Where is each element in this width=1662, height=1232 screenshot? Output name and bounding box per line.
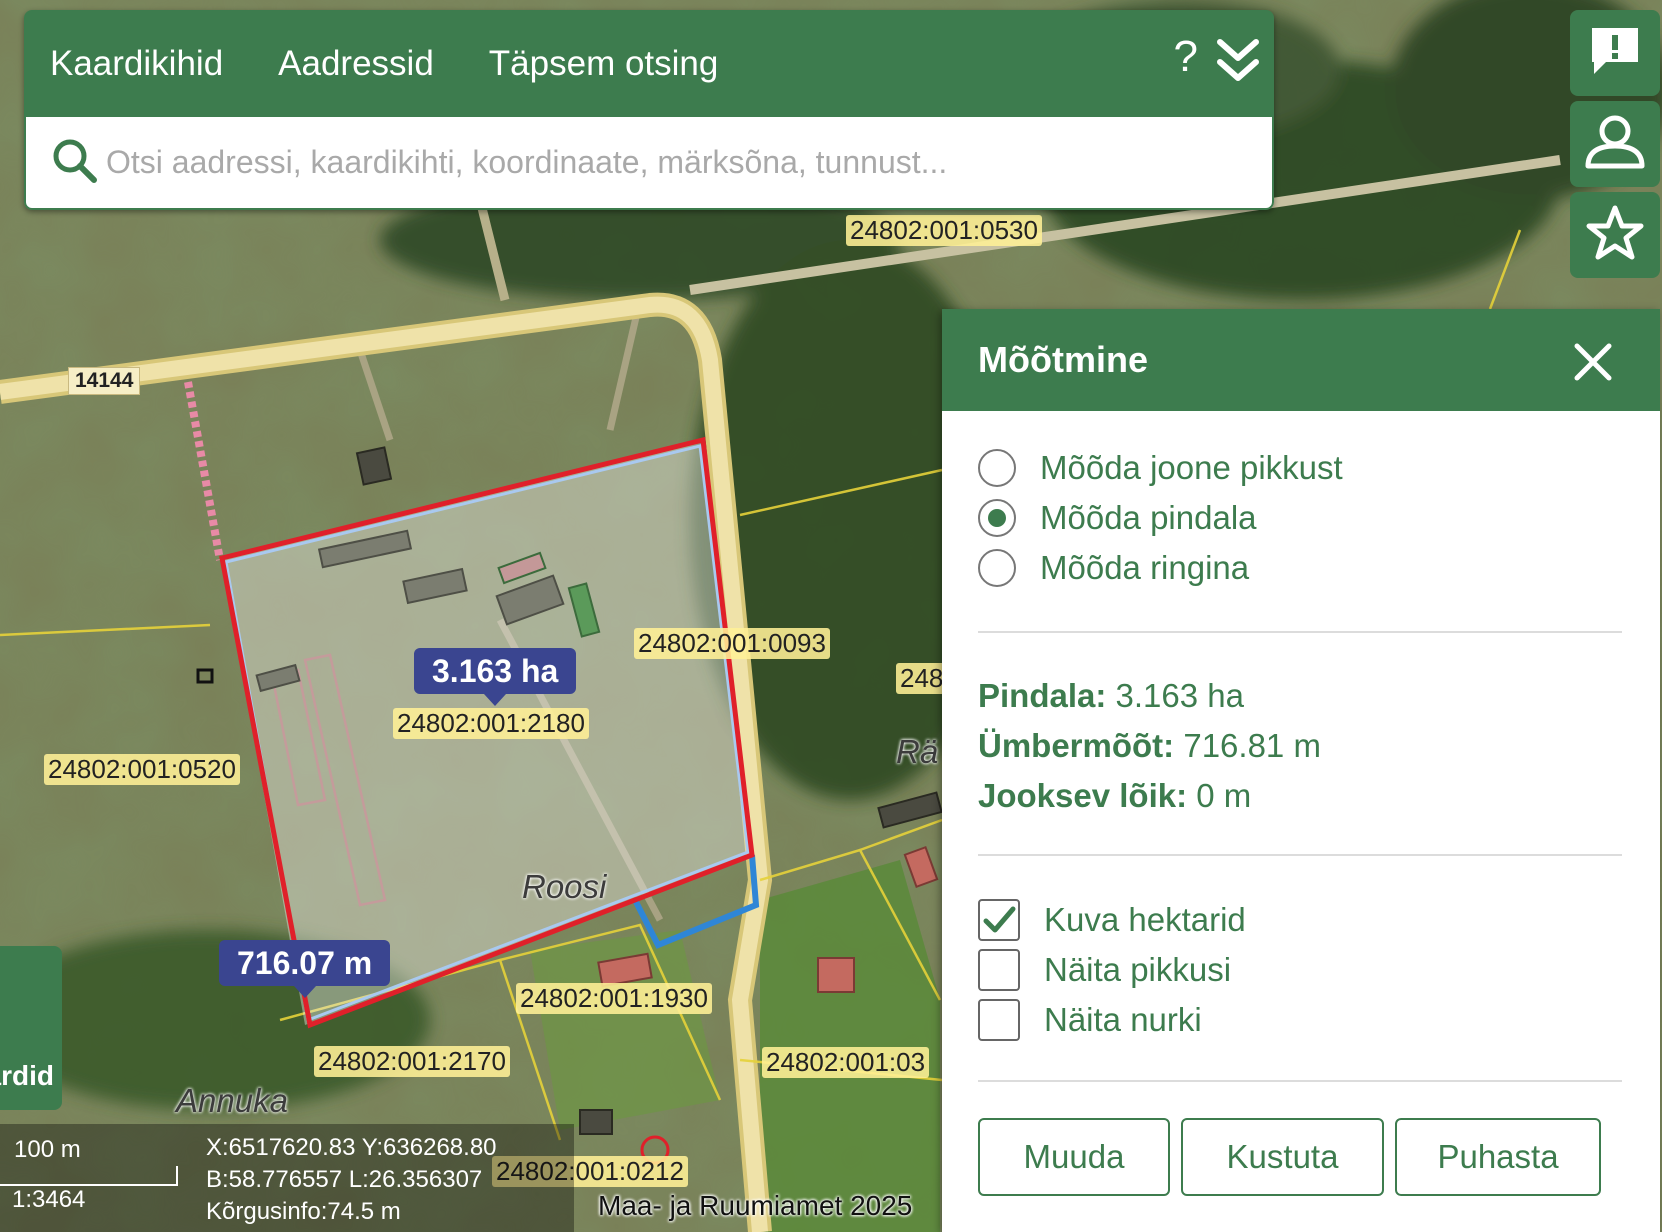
parcel-label: 24802:001:1930	[516, 983, 712, 1014]
star-icon	[1585, 204, 1645, 267]
delete-button[interactable]: Kustuta	[1181, 1118, 1384, 1196]
base-maps-label: ardid	[0, 1060, 54, 1091]
mode-label: Mõõda joone pikkust	[1040, 449, 1343, 486]
checkbox-checked[interactable]	[978, 899, 1020, 941]
coord-bl: B:58.776557 L:26.356307	[206, 1166, 483, 1193]
divider	[978, 854, 1622, 856]
mode-label: Mõõda ringina	[1040, 549, 1250, 586]
coord-xy: X:6517620.83 Y:636268.80	[206, 1134, 497, 1161]
tab-addresses[interactable]: Aadressid	[278, 44, 434, 84]
checkbox[interactable]	[978, 949, 1020, 991]
radio-button[interactable]	[978, 449, 1016, 487]
base-maps-tab[interactable]: ardid	[0, 946, 62, 1110]
panel-header: Mõõtmine	[942, 309, 1660, 411]
option-label: Näita pikkusi	[1044, 951, 1232, 988]
search-bar	[24, 117, 1274, 210]
parcel-label: 24802:001:2180	[393, 708, 589, 739]
parcel-label: 248	[896, 663, 948, 694]
mode-line-length[interactable]: Mõõda joone pikkust	[978, 449, 1343, 487]
scale-bar: 100 m 1:3464	[0, 1124, 196, 1232]
parcel-label: 24802:001:0530	[846, 215, 1042, 246]
feedback-button[interactable]	[1570, 10, 1660, 96]
area-measure-tooltip: 3.163 ha	[414, 648, 577, 706]
panel-title: Mõõtmine	[978, 339, 1148, 380]
road-number-label: 14144	[68, 367, 141, 395]
place-name-label: Rä	[896, 733, 939, 770]
coordinate-readout: X:6517620.83 Y:636268.80 B:58.776557 L:2…	[196, 1124, 574, 1232]
scale-ratio: 1:3464	[12, 1186, 86, 1213]
search-input[interactable]	[106, 144, 1206, 181]
place-name-label: Roosi	[522, 868, 607, 905]
mode-label: Mõõda pindala	[1040, 499, 1257, 536]
radio-button-selected[interactable]	[978, 499, 1016, 537]
measurement-panel: Mõõtmine Mõõda joone pikkust Mõõda pinda…	[942, 309, 1660, 1232]
radio-button[interactable]	[978, 549, 1016, 587]
option-show-lengths[interactable]: Näita pikkusi	[978, 949, 1231, 991]
elevation-info: Kõrgusinfo:74.5 m	[206, 1198, 401, 1225]
favorites-button[interactable]	[1570, 192, 1660, 278]
search-icon	[50, 136, 98, 189]
tab-advanced-search[interactable]: Täpsem otsing	[489, 44, 719, 84]
clear-button[interactable]: Puhasta	[1395, 1118, 1601, 1196]
option-show-angles[interactable]: Näita nurki	[978, 999, 1202, 1041]
user-icon	[1584, 114, 1646, 175]
feedback-icon	[1588, 24, 1642, 83]
option-label: Näita nurki	[1044, 1001, 1202, 1038]
user-button[interactable]	[1570, 101, 1660, 187]
result-segment: Jooksev lõik: 0 m	[978, 777, 1252, 814]
mode-circle[interactable]: Mõõda ringina	[978, 549, 1249, 587]
top-tabs: Kaardikihid Aadressid Täpsem otsing ?	[24, 10, 1274, 117]
scale-distance: 100 m	[14, 1136, 81, 1163]
search-panel: Kaardikihid Aadressid Täpsem otsing ?	[24, 10, 1274, 210]
checkbox[interactable]	[978, 999, 1020, 1041]
tab-map-layers[interactable]: Kaardikihid	[50, 44, 223, 84]
parcel-label: 24802:001:03	[762, 1047, 930, 1078]
result-perimeter: Ümbermõõt: 716.81 m	[978, 727, 1321, 764]
parcel-label: 24802:001:0093	[634, 628, 830, 659]
divider	[978, 1080, 1622, 1082]
place-name-label: Annuka	[176, 1082, 288, 1119]
divider	[978, 631, 1622, 633]
close-icon[interactable]	[1574, 343, 1612, 386]
check-icon	[983, 906, 1016, 933]
mode-area[interactable]: Mõõda pindala	[978, 499, 1257, 537]
parcel-label: 24802:001:2170	[314, 1046, 510, 1077]
scale-line	[0, 1166, 178, 1186]
parcel-label: 24802:001:0520	[44, 754, 240, 785]
result-area: Pindala: 3.163 ha	[978, 677, 1244, 714]
option-label: Kuva hektarid	[1044, 901, 1246, 938]
option-show-hectares[interactable]: Kuva hektarid	[978, 899, 1246, 941]
help-icon[interactable]: ?	[1174, 32, 1198, 82]
length-measure-tooltip: 716.07 m	[219, 940, 391, 998]
chevron-double-down-icon[interactable]	[1216, 36, 1260, 91]
edit-button[interactable]: Muuda	[978, 1118, 1170, 1196]
map-attribution: Maa- ja Ruumiamet 2025	[598, 1190, 913, 1221]
